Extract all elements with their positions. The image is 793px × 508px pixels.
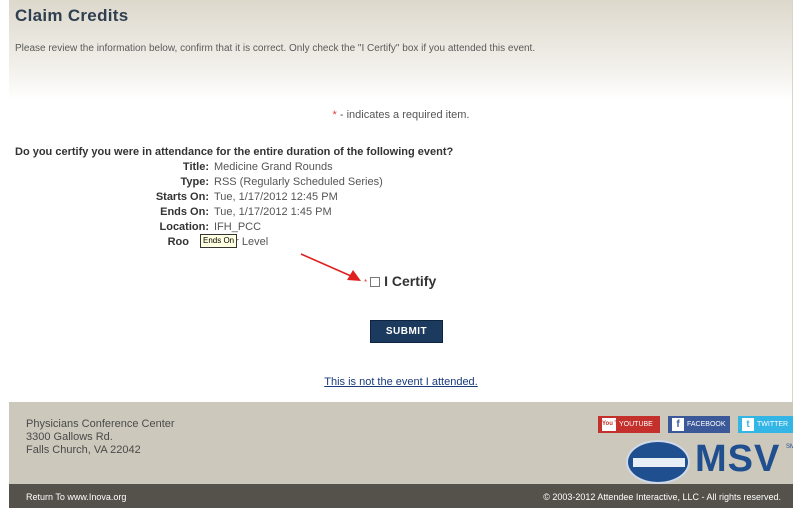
bottom-bar: Return To www.Inova.org © 2003-2012 Atte… xyxy=(9,484,793,508)
twitter-icon: t xyxy=(742,418,754,431)
facebook-label: FACEBOOK xyxy=(687,421,726,428)
detail-value-type: RSS (Regularly Scheduled Series) xyxy=(214,176,383,188)
required-note: * - indicates a required item. xyxy=(9,109,793,121)
msv-logo: MSV xyxy=(695,438,781,480)
certify-label[interactable]: I Certify xyxy=(384,273,436,289)
certify-row[interactable]: * I Certify xyxy=(364,273,436,289)
detail-label-starts: Starts On: xyxy=(155,191,209,203)
detail-label-type: Type: xyxy=(180,176,209,188)
facebook-button[interactable]: f FACEBOOK xyxy=(668,416,730,433)
footer: Physicians Conference Center 3300 Gallow… xyxy=(9,402,793,484)
detail-label-ends: Ends On: xyxy=(160,206,209,218)
address-line: Physicians Conference Center xyxy=(26,418,175,430)
seal-band xyxy=(632,457,686,468)
detail-label-location: Location: xyxy=(159,221,210,233)
intro-text: Please review the information below, con… xyxy=(15,43,536,54)
youtube-icon: You Tube xyxy=(602,418,628,431)
detail-label-room: Roo xyxy=(167,236,189,248)
address-line: Falls Church, VA 22042 xyxy=(26,444,141,456)
facebook-icon: f xyxy=(672,418,684,431)
youtube-button[interactable]: You TubeYOUTUBE xyxy=(598,416,660,433)
not-event-link[interactable]: This is not the event I attended. xyxy=(9,376,793,388)
detail-value-starts: Tue, 1/17/2012 12:45 PM xyxy=(214,191,338,203)
certify-required-star: * xyxy=(364,277,368,287)
youtube-label: YOUTUBE xyxy=(619,421,653,428)
twitter-label: TWITTER xyxy=(757,421,789,428)
service-mark: SM xyxy=(786,444,793,450)
return-link[interactable]: Return To www.Inova.org xyxy=(26,492,126,502)
certify-question: Do you certify you were in attendance fo… xyxy=(15,146,454,158)
page-title: Claim Credits xyxy=(15,6,129,25)
copyright: © 2003-2012 Attendee Interactive, LLC - … xyxy=(543,492,781,502)
submit-button[interactable]: SUBMIT xyxy=(370,320,443,343)
required-text: - indicates a required item. xyxy=(336,109,470,121)
seal-logo xyxy=(626,440,690,484)
detail-value-ends: Tue, 1/17/2012 1:45 PM xyxy=(214,206,332,218)
page: Claim Credits Please review the informat… xyxy=(9,0,793,508)
header: Claim Credits Please review the informat… xyxy=(9,0,793,100)
ends-on-tooltip: Ends On xyxy=(200,234,238,248)
address-line: 3300 Gallows Rd. xyxy=(26,431,113,443)
detail-value-location: IFH_PCC xyxy=(214,221,262,233)
red-arrow-annotation xyxy=(300,253,361,281)
twitter-button[interactable]: t TWITTER xyxy=(738,416,793,433)
address: Physicians Conference Center 3300 Gallow… xyxy=(26,418,175,457)
detail-value-title: Medicine Grand Rounds xyxy=(214,161,333,173)
certify-checkbox[interactable] xyxy=(370,277,381,288)
detail-label-title: Title: xyxy=(182,161,209,173)
